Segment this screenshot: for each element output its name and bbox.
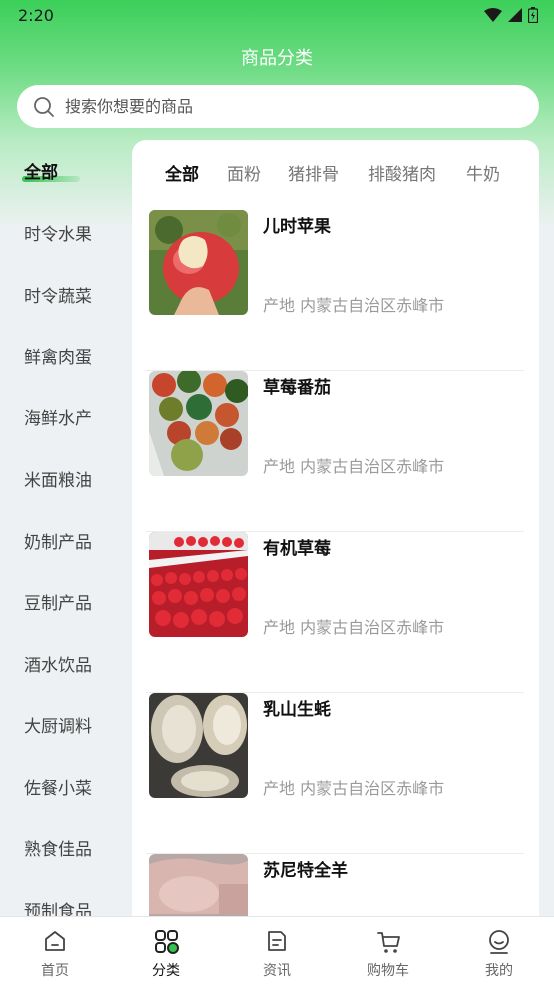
tab-label: 资讯 [263,963,291,979]
product-name: 有机草莓 [263,539,331,559]
category-sidebar [0,138,132,916]
subtab-flour[interactable]: 面粉 [227,160,261,185]
profile-icon [489,930,509,954]
search-input[interactable] [65,85,515,128]
oyster-photo [149,693,248,798]
search-bar[interactable] [17,85,539,128]
product-item[interactable]: 草莓番茄 产地 内蒙古自治区赤峰市 [146,371,524,532]
home-icon [45,931,65,951]
subtab-milk[interactable]: 牛奶 [466,160,500,185]
sidebar-item-dairy[interactable]: 奶制产品 [24,528,92,553]
sidebar-item-seasonal-vegetables[interactable]: 时令蔬菜 [24,282,92,307]
product-item[interactable]: 乳山生蚝 产地 内蒙古自治区赤峰市 [146,693,524,854]
cart-icon [377,932,400,953]
tab-cart[interactable]: 购物车 [333,917,443,984]
sidebar-item-seasonal-fruit[interactable]: 时令水果 [24,220,92,245]
tab-label: 分类 [152,963,180,979]
tab-news[interactable]: 资讯 [222,917,332,984]
product-name: 儿时苹果 [263,217,331,237]
category-icon [155,930,179,954]
product-image-oyster[interactable] [149,693,248,798]
subtab-pork-ribs[interactable]: 猪排骨 [288,160,339,185]
sidebar-item-beverages[interactable]: 酒水饮品 [24,651,92,676]
tab-home[interactable]: 首页 [0,917,110,984]
product-name: 乳山生蚝 [263,700,331,720]
product-name: 草莓番茄 [263,378,331,398]
status-bar: 2:20 [0,0,554,32]
product-origin: 产地 内蒙古自治区赤峰市 [263,457,445,476]
page-title: 商品分类 [241,48,313,69]
product-image-tomato[interactable] [149,371,248,476]
subcategory-tabs: 全部 面粉 猪排骨 排酸猪肉 牛奶 [132,140,539,200]
sidebar-item-cooked-food[interactable]: 熟食佳品 [24,835,92,860]
sidebar-item-poultry-meat-eggs[interactable]: 鲜禽肉蛋 [24,343,92,368]
status-time: 2:20 [18,6,54,25]
product-origin: 产地 内蒙古自治区赤峰市 [263,296,445,315]
subtab-all[interactable]: 全部 [165,160,199,185]
product-image-strawberry[interactable] [149,532,248,637]
sidebar-item-seafood[interactable]: 海鲜水产 [24,404,92,429]
tab-label: 我的 [485,963,513,979]
battery-icon [528,7,538,23]
product-panel: 全部 面粉 猪排骨 排酸猪肉 牛奶 儿时苹果 产地 内蒙古自治区赤峰市 草莓番茄… [132,140,539,916]
strawberry-photo [149,532,248,637]
tab-profile[interactable]: 我的 [444,917,554,984]
tab-label: 购物车 [367,963,409,979]
sidebar-item-soy-products[interactable]: 豆制产品 [24,589,92,614]
news-icon [268,931,286,951]
product-image-apple[interactable] [149,210,248,315]
product-image-lamb[interactable] [149,854,248,916]
signal-icon [508,8,522,22]
product-item[interactable]: 儿时苹果 产地 内蒙古自治区赤峰市 [146,210,524,371]
product-name: 苏尼特全羊 [263,861,348,881]
product-origin: 产地 内蒙古自治区赤峰市 [263,779,445,798]
subtab-chilled-pork[interactable]: 排酸猪肉 [368,160,436,185]
tab-category[interactable]: 分类 [111,917,221,984]
status-icons [484,7,538,23]
tomato-photo [149,371,248,476]
tab-label: 首页 [41,963,69,979]
sidebar-item-side-dishes[interactable]: 佐餐小菜 [24,774,92,799]
wifi-icon [484,8,502,22]
apple-photo [149,210,248,315]
bottom-tab-bar: 首页 分类 资讯 购物车 我的 [0,916,554,984]
sidebar-item-grain-oil[interactable]: 米面粮油 [24,466,92,491]
sidebar-item-all[interactable]: 全部 [24,158,58,183]
product-origin: 产地 内蒙古自治区赤峰市 [263,618,445,637]
sidebar-item-seasonings[interactable]: 大厨调料 [24,712,92,737]
search-icon [34,97,54,117]
product-item[interactable]: 有机草莓 产地 内蒙古自治区赤峰市 [146,532,524,693]
lamb-photo [149,854,248,916]
product-item[interactable]: 苏尼特全羊 [146,854,524,916]
